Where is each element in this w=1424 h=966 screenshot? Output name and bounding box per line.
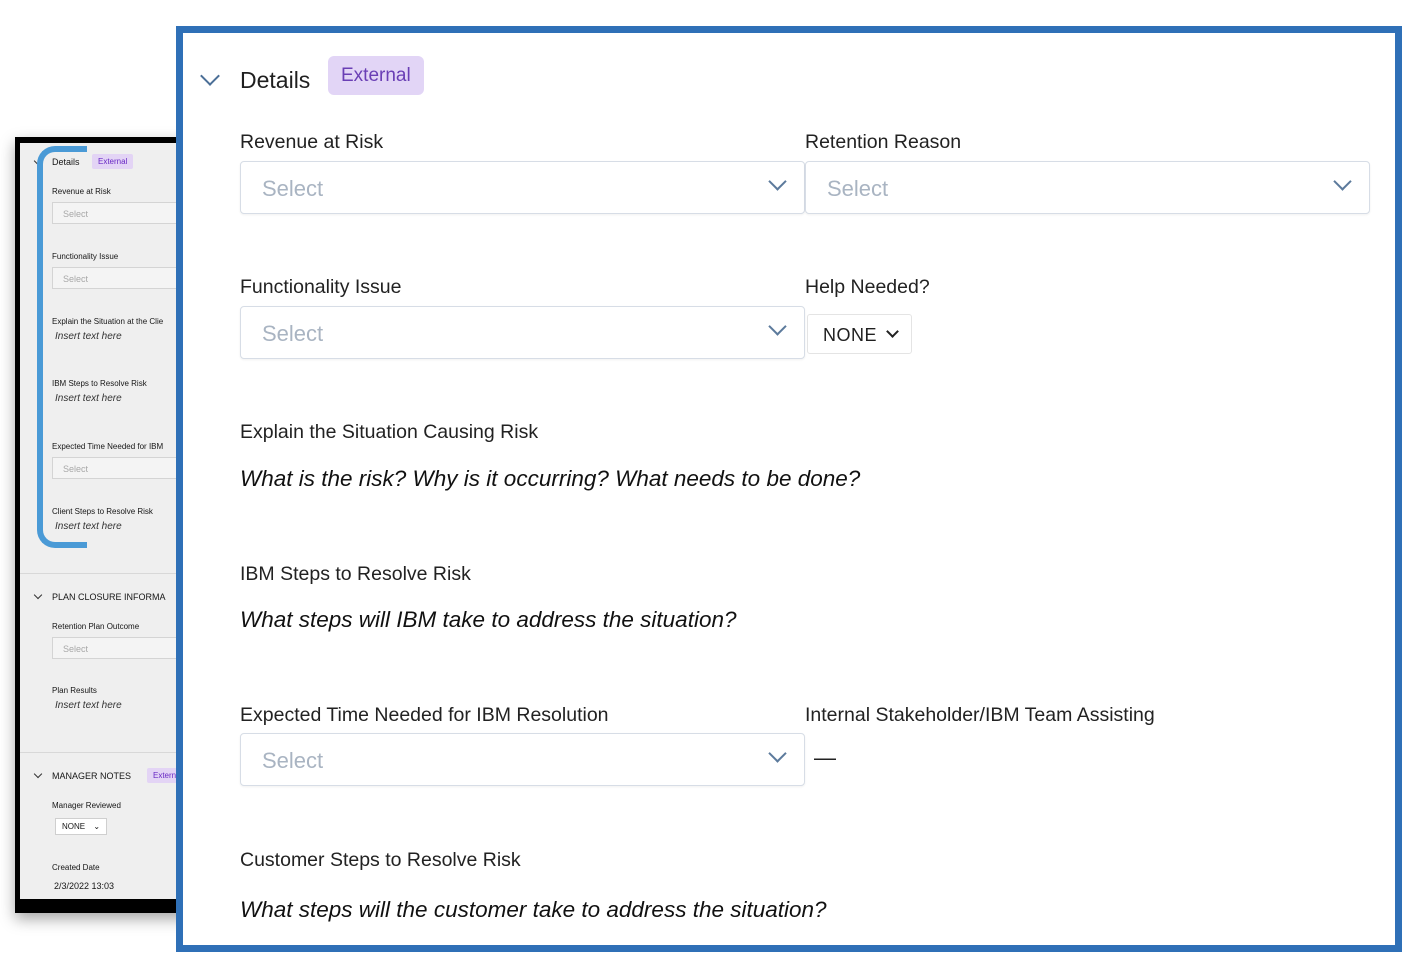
functionality-issue-label: Functionality Issue bbox=[240, 276, 402, 298]
customer-steps-input[interactable]: What steps will the customer take to add… bbox=[240, 897, 827, 923]
thumb-retention-outcome-label: Retention Plan Outcome bbox=[52, 622, 140, 631]
revenue-at-risk-label: Revenue at Risk bbox=[240, 131, 384, 153]
chevron-down-icon bbox=[768, 744, 787, 763]
thumb-created-date-label: Created Date bbox=[52, 863, 100, 872]
help-needed-select[interactable]: NONE bbox=[807, 314, 912, 354]
thumb-manager-reviewed-label: Manager Reviewed bbox=[52, 801, 121, 810]
highlight-bracket bbox=[37, 146, 87, 548]
internal-stakeholder-label: Internal Stakeholder/IBM Team Assisting bbox=[805, 704, 1155, 726]
help-needed-value: NONE bbox=[823, 325, 878, 345]
functionality-issue-select[interactable]: Select bbox=[240, 306, 805, 359]
revenue-at-risk-placeholder: Select bbox=[262, 176, 324, 201]
thumb-manager-reviewed-value: NONE bbox=[62, 822, 86, 831]
help-needed-label: Help Needed? bbox=[805, 276, 930, 298]
chevron-down-icon bbox=[1333, 172, 1352, 191]
thumb-retention-outcome-placeholder: Select bbox=[63, 644, 89, 654]
thumb-created-date-value: 2/3/2022 13:03 bbox=[54, 881, 115, 891]
chevron-down-icon[interactable] bbox=[200, 66, 220, 86]
ibm-steps-label: IBM Steps to Resolve Risk bbox=[240, 563, 471, 585]
revenue-at-risk-select[interactable]: Select bbox=[240, 161, 805, 214]
thumb-manager-notes-title: MANAGER NOTES bbox=[52, 771, 132, 781]
chevron-down-icon: ⌄ bbox=[93, 822, 101, 831]
expected-time-placeholder: Select bbox=[262, 748, 324, 773]
retention-reason-placeholder: Select bbox=[827, 176, 889, 201]
explain-situation-label: Explain the Situation Causing Risk bbox=[240, 421, 539, 443]
details-panel: Details External Revenue at Risk Select … bbox=[176, 26, 1402, 952]
chevron-down-icon[interactable] bbox=[33, 769, 43, 779]
chevron-down-icon bbox=[886, 325, 899, 338]
thumb-plan-results-label: Plan Results bbox=[52, 686, 97, 695]
external-badge: External bbox=[328, 56, 424, 95]
details-title: Details bbox=[240, 67, 311, 93]
thumb-plan-closure-title: PLAN CLOSURE INFORMA bbox=[52, 592, 166, 602]
explain-situation-input[interactable]: What is the risk? Why is it occurring? W… bbox=[240, 466, 860, 492]
retention-reason-label: Retention Reason bbox=[805, 131, 962, 153]
chevron-down-icon[interactable] bbox=[33, 590, 43, 600]
chevron-down-icon bbox=[768, 317, 787, 336]
thumb-manager-reviewed-select[interactable]: NONE ⌄ bbox=[55, 818, 108, 835]
thumb-plan-results-value[interactable]: Insert text here bbox=[55, 700, 122, 711]
internal-stakeholder-value: — bbox=[814, 745, 836, 770]
thumb-details-badge: External bbox=[92, 154, 134, 169]
retention-reason-select[interactable]: Select bbox=[805, 161, 1370, 214]
chevron-down-icon bbox=[768, 172, 787, 191]
functionality-issue-placeholder: Select bbox=[262, 321, 324, 346]
expected-time-label: Expected Time Needed for IBM Resolution bbox=[240, 704, 609, 726]
customer-steps-label: Customer Steps to Resolve Risk bbox=[240, 849, 521, 871]
ibm-steps-input[interactable]: What steps will IBM take to address the … bbox=[240, 607, 736, 633]
expected-time-select[interactable]: Select bbox=[240, 733, 805, 786]
